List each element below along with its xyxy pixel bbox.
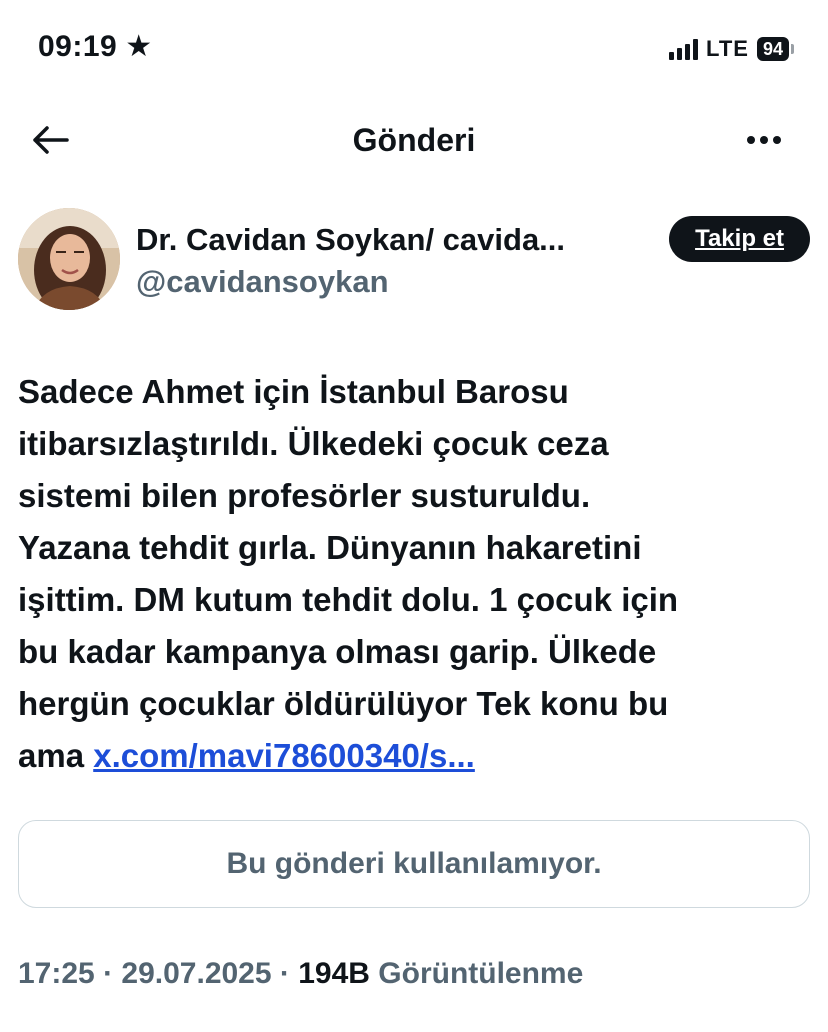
tweet-line: Sadece Ahmet için İstanbul Barosu	[18, 373, 569, 410]
meta-separator: ·	[271, 957, 299, 990]
tweet-text: Sadece Ahmet için İstanbul Barosu itibar…	[18, 366, 808, 782]
more-icon-dot	[773, 136, 781, 144]
unavailable-label: Bu gönderi kullanılamıyor.	[226, 847, 602, 880]
tweet-link[interactable]: x.com/mavi78600340/s...	[93, 737, 475, 774]
network-label: LTE	[706, 36, 749, 61]
meta-separator: ·	[94, 957, 122, 990]
star-icon: ★	[125, 30, 153, 63]
tweet-line-last: ama x.com/mavi78600340/s...	[18, 730, 808, 782]
tweet-line-prefix: ama	[18, 737, 94, 774]
status-time: 09:19 ★	[38, 30, 153, 64]
post-time[interactable]: 17:25	[18, 957, 95, 990]
battery-icon: 94	[756, 37, 794, 61]
status-bar: 09:19 ★ LTE 94	[0, 0, 828, 100]
more-icon-dot	[760, 136, 768, 144]
status-indicators: LTE 94	[669, 36, 794, 62]
post-date[interactable]: 29.07.2025	[121, 957, 271, 990]
avatar[interactable]	[18, 208, 120, 310]
nav-header: Gönderi	[0, 100, 828, 180]
tweet-line: sistemi bilen profesörler susturuldu.	[18, 477, 591, 514]
battery-cap	[791, 44, 794, 54]
tweet-line: işittim. DM kutum tehdit dolu. 1 çocuk i…	[18, 581, 679, 618]
tweet-line: itibarsızlaştırıldı. Ülkedeki çocuk ceza	[18, 425, 609, 462]
follow-button[interactable]: Takip et	[669, 216, 810, 262]
author-name[interactable]: Dr. Cavidan Soykan/ cavida...	[136, 222, 565, 258]
author-handle[interactable]: @cavidansoykan	[136, 264, 389, 300]
tweet-meta: 17:25 · 29.07.2025 · 194B Görüntülenme	[18, 957, 583, 991]
views-count[interactable]: 194B	[298, 957, 370, 990]
clock-time: 09:19	[38, 30, 118, 63]
tweet-author: Dr. Cavidan Soykan/ cavida... @cavidanso…	[18, 208, 810, 312]
quoted-post-unavailable: Bu gönderi kullanılamıyor.	[18, 820, 810, 908]
page-title: Gönderi	[352, 122, 476, 158]
more-button[interactable]	[738, 118, 790, 162]
tweet-line: Yazana tehdit gırla. Dünyanın hakaretini	[18, 529, 642, 566]
tweet-line: hergün çocuklar öldürülüyor Tek konu bu	[18, 685, 669, 722]
battery-level: 94	[756, 37, 789, 61]
signal-icon	[669, 38, 699, 60]
tweet-line: bu kadar kampanya olması garip. Ülkede	[18, 633, 657, 670]
views-label[interactable]: Görüntülenme	[370, 957, 583, 990]
more-icon	[747, 136, 755, 144]
avatar-image	[18, 208, 120, 310]
